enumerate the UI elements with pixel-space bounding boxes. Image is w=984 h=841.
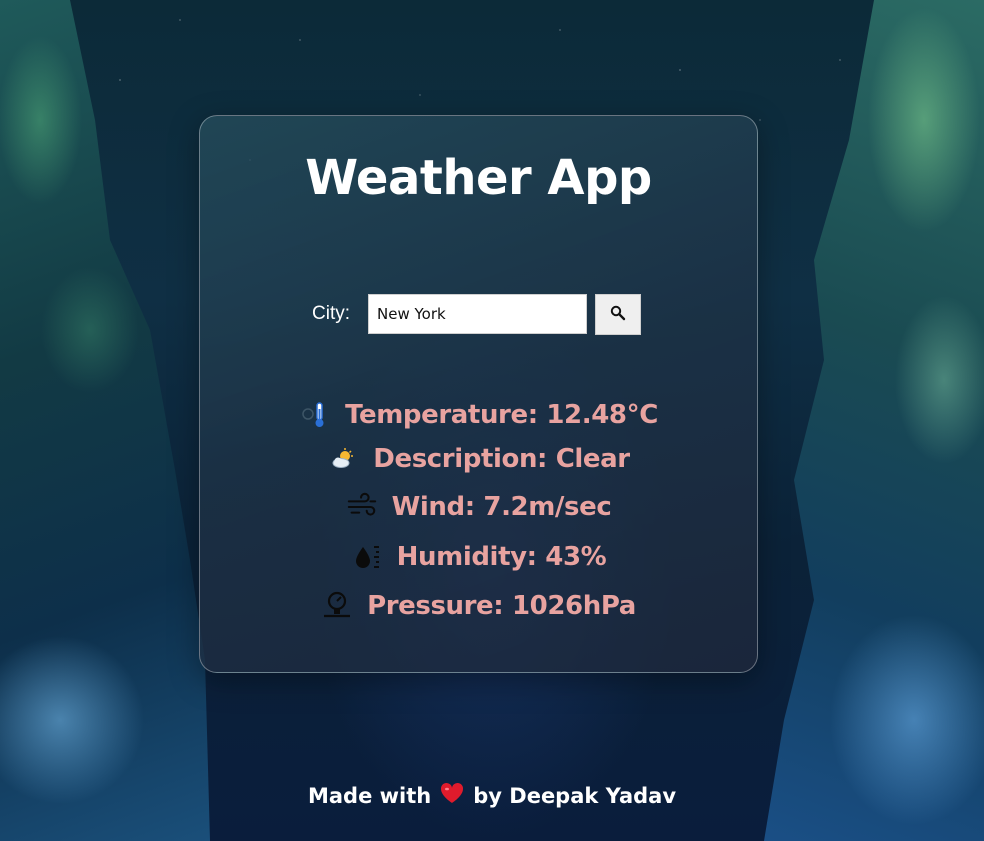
thermometer-icon <box>299 399 331 431</box>
footer-author: by Deepak Yadav <box>473 783 677 808</box>
app-title: Weather App <box>305 150 652 206</box>
footer-prefix: Made with <box>307 783 432 808</box>
temperature-text: Temperature: 12.48°C <box>345 400 658 430</box>
description-text: Description: Clear <box>373 444 630 474</box>
humidity-text: Humidity: 43% <box>396 542 607 572</box>
humidity-row: Humidity: 43% <box>200 541 757 573</box>
city-label: City: <box>312 303 350 324</box>
footer: Made with by Deepak Yadav <box>0 782 984 809</box>
heart-icon <box>439 782 465 809</box>
city-input[interactable] <box>368 294 587 334</box>
search-row: City: <box>312 293 641 335</box>
search-button[interactable] <box>595 293 641 335</box>
temperature-row: Temperature: 12.48°C <box>200 399 757 431</box>
weather-card: Weather App City: Temperature <box>199 115 758 673</box>
pressure-gauge-icon <box>321 590 353 622</box>
sun-cloud-icon <box>327 443 359 475</box>
humidity-icon <box>351 541 383 573</box>
pressure-row: Pressure: 1026hPa <box>200 590 757 622</box>
pressure-text: Pressure: 1026hPa <box>367 591 636 621</box>
search-icon <box>610 305 626 324</box>
wind-row: Wind: 7.2m/sec <box>200 491 757 523</box>
wind-icon <box>346 491 378 523</box>
wind-text: Wind: 7.2m/sec <box>391 492 612 522</box>
description-row: Description: Clear <box>200 443 757 475</box>
